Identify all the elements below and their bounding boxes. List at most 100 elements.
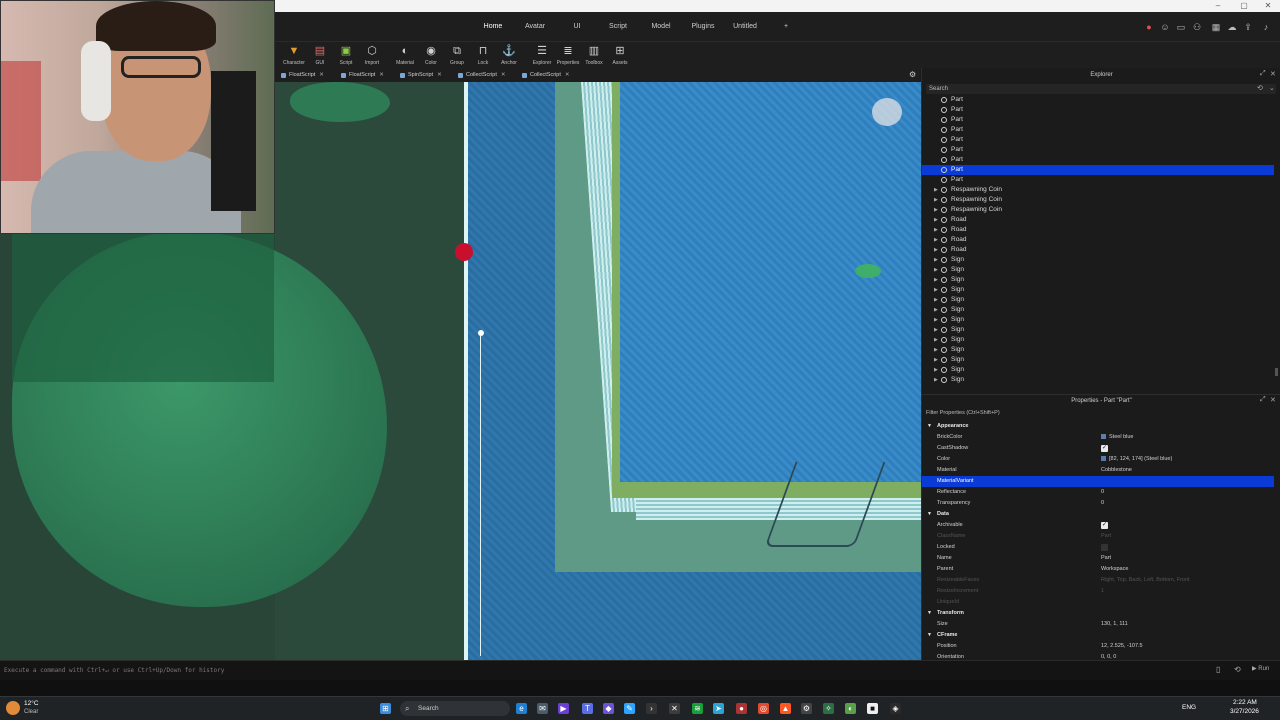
tab-ui[interactable]: UI (569, 12, 585, 42)
scrollbar-thumb[interactable] (1275, 368, 1278, 376)
properties-tool[interactable]: ≣ Properties (554, 42, 582, 68)
edge-icon[interactable]: e (516, 703, 527, 714)
property-value[interactable]: Cobblestone (1101, 465, 1132, 476)
toolbox-tool[interactable]: ▥ Toolbox (580, 42, 608, 68)
run-button[interactable]: ▶ Run (1252, 665, 1269, 672)
start-icon[interactable]: ⊞ (380, 703, 391, 714)
explorer-item[interactable]: Part (922, 165, 1274, 175)
script-tab[interactable]: FloatScript ✕ (277, 70, 328, 81)
property-row[interactable]: Locked (922, 542, 1274, 553)
maximize-button[interactable]: ▢ (1234, 1, 1254, 11)
property-row[interactable]: ResizeIncrement 1 (922, 586, 1274, 597)
telegram-icon[interactable]: ➤ (713, 703, 724, 714)
avatar-icon[interactable]: ☺ (1159, 21, 1171, 33)
tab-script[interactable]: Script (606, 12, 630, 42)
script-tool[interactable]: ▣ Script (332, 42, 360, 68)
expand-arrow-icon[interactable]: ▶ (934, 235, 938, 245)
property-row[interactable]: Archivable ✓ (922, 520, 1274, 531)
expand-arrow-icon[interactable]: ▶ (934, 205, 938, 215)
explorer-item[interactable]: ▶ Sign (922, 305, 1274, 315)
app-icon[interactable]: ◈ (890, 703, 901, 714)
chrome-icon[interactable]: ◎ (758, 703, 769, 714)
property-value[interactable]: Part (1101, 531, 1111, 542)
expand-arrow-icon[interactable]: ▶ (934, 185, 938, 195)
property-value[interactable]: Workspace (1101, 564, 1128, 575)
collapse-arrow-icon[interactable]: ▼ (927, 509, 932, 520)
collab-icon[interactable]: ⚇ (1191, 21, 1203, 33)
expand-arrow-icon[interactable]: ▶ (934, 215, 938, 225)
property-value[interactable]: 12, 2.525, -107.5 (1101, 641, 1143, 652)
gear-icon[interactable]: ⚙ (909, 70, 916, 79)
tab-plugins[interactable]: Plugins (690, 12, 716, 42)
expand-arrow-icon[interactable]: ▶ (934, 245, 938, 255)
tab-home[interactable]: Home (476, 12, 510, 42)
media-icon[interactable]: ▶ (558, 703, 569, 714)
group-tool[interactable]: ⧉ Group (443, 42, 471, 68)
expand-arrow-icon[interactable]: ▶ (934, 285, 938, 295)
explorer-item[interactable]: ▶ Sign (922, 365, 1274, 375)
explorer-item[interactable]: Part (922, 115, 1274, 125)
grid-icon[interactable]: ▦ (1210, 21, 1222, 33)
steam-icon[interactable]: ⚙ (801, 703, 812, 714)
property-row[interactable]: Color [82, 124, 174] (Steel blue) (922, 454, 1274, 465)
explorer-item[interactable]: Part (922, 135, 1274, 145)
collapse-arrow-icon[interactable]: ▼ (927, 608, 932, 619)
expand-arrow-icon[interactable]: ▶ (934, 335, 938, 345)
pen-icon[interactable]: ✎ (624, 703, 635, 714)
explorer-item[interactable]: ▶ Respawning Coin (922, 195, 1274, 205)
explorer-item[interactable]: ▶ Road (922, 245, 1274, 255)
property-row[interactable]: ResizeableFaces Right, Top, Back, Left, B… (922, 575, 1274, 586)
roblox-studio-icon[interactable]: ■ (867, 703, 878, 714)
script-tab[interactable]: SpinScript ✕ (396, 70, 446, 81)
explorer-item[interactable]: ▶ Road (922, 235, 1274, 245)
record-icon[interactable]: ● (1143, 21, 1155, 33)
close-icon[interactable]: ✕ (1270, 396, 1276, 404)
property-row[interactable]: BrickColor Steel blue (922, 432, 1274, 443)
explorer-item[interactable]: ▶ Sign (922, 275, 1274, 285)
script-tab[interactable]: CollectScript ✕ (454, 70, 509, 81)
property-value[interactable]: [82, 124, 174] (Steel blue) (1101, 454, 1172, 465)
property-checkbox[interactable] (1101, 544, 1108, 551)
script-tab[interactable]: FloatScript ✕ (337, 70, 388, 81)
anchor-tool[interactable]: ⚓ Anchor (495, 42, 523, 68)
teams-icon[interactable]: T (582, 703, 593, 714)
explorer-item[interactable]: Part (922, 145, 1274, 155)
expand-arrow-icon[interactable]: ▶ (934, 265, 938, 275)
property-section[interactable]: ▼ Transform (922, 608, 1274, 619)
expand-arrow-icon[interactable]: ▶ (934, 325, 938, 335)
property-row[interactable]: CastShadow ✓ (922, 443, 1274, 454)
collapse-arrow-icon[interactable]: ▼ (927, 421, 932, 432)
gui-tool[interactable]: ▤ GUI (306, 42, 334, 68)
material-tool[interactable]: ◐ Material (391, 42, 419, 68)
assets-tool[interactable]: ⊞ Assets (606, 42, 634, 68)
property-section[interactable]: ▼ CFrame (922, 630, 1274, 641)
bookmark-icon[interactable]: ▯ (1216, 665, 1220, 674)
obs-icon[interactable]: ● (736, 703, 747, 714)
tab-avatar[interactable]: Avatar (522, 12, 548, 42)
property-checkbox[interactable]: ✓ (1101, 445, 1108, 452)
tab-untitled[interactable]: Untitled (730, 12, 760, 42)
notification-icon[interactable]: ♪ (1260, 21, 1272, 33)
explorer-item[interactable]: ▶ Sign (922, 325, 1274, 335)
expand-arrow-icon[interactable]: ▶ (934, 315, 938, 325)
expand-arrow-icon[interactable]: ▶ (934, 305, 938, 315)
explorer-item[interactable]: ▶ Sign (922, 345, 1274, 355)
property-value[interactable]: 0 (1101, 498, 1104, 509)
share-icon[interactable]: ⇪ (1242, 21, 1254, 33)
property-value[interactable]: Steel blue (1101, 432, 1133, 443)
clock-date[interactable]: 3/27/2026 (1230, 708, 1259, 715)
explorer-item[interactable]: ▶ Sign (922, 355, 1274, 365)
expand-arrow-icon[interactable]: ▶ (934, 365, 938, 375)
property-row[interactable]: UniqueId (922, 597, 1274, 608)
filter-icon[interactable]: ⌄ (1269, 84, 1275, 92)
close-tab-icon[interactable]: ✕ (379, 72, 384, 78)
expand-arrow-icon[interactable]: ▶ (934, 225, 938, 235)
explorer-item[interactable]: ▶ Road (922, 225, 1274, 235)
property-value[interactable]: 1 (1101, 586, 1104, 597)
app-icon[interactable]: ◐ (845, 703, 856, 714)
explorer-item[interactable]: ▶ Sign (922, 335, 1274, 345)
close-tab-icon[interactable]: ✕ (437, 72, 442, 78)
add-tab-button[interactable]: + (780, 12, 792, 42)
property-row[interactable]: Reflectance 0 (922, 487, 1274, 498)
explorer-item[interactable]: Part (922, 155, 1274, 165)
